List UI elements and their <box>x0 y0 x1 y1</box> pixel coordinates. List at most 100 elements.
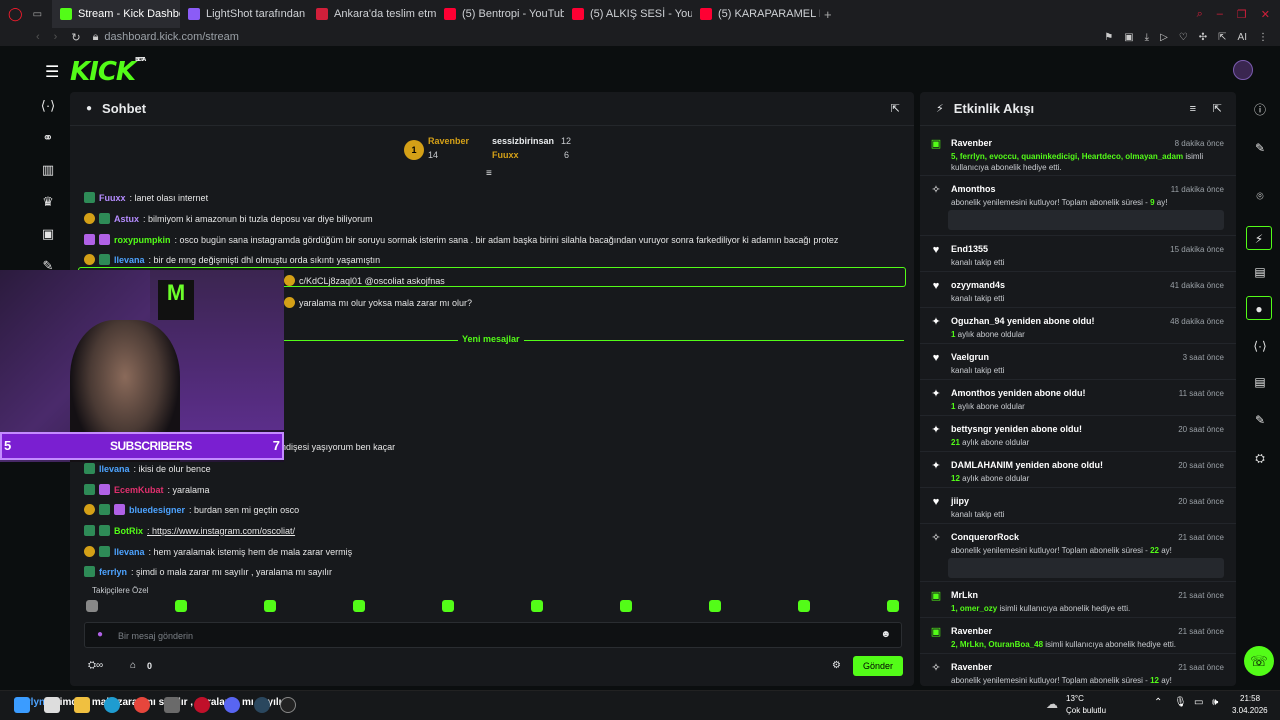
activity-name[interactable]: jiipy <box>951 496 969 506</box>
minimize-button[interactable]: – <box>1217 8 1223 21</box>
clock-time[interactable]: 21:58 <box>1240 694 1260 703</box>
activity-name[interactable]: Amonthos <box>951 184 996 194</box>
activity-item[interactable]: ✦ Amonthos yeniden abone oldu! 11 saat önc… <box>920 380 1236 416</box>
broadcast-icon[interactable]: ⟨·⟩ <box>1252 338 1268 354</box>
emote-icon[interactable] <box>264 600 276 612</box>
activity-filter-icon[interactable]: ≡ <box>1190 103 1196 115</box>
leader-1-name[interactable]: Ravenber <box>428 136 469 146</box>
activity-item[interactable]: ✧ ConquerorRock 21 saat önce abonelik yenil… <box>920 524 1236 582</box>
edit-icon[interactable]: ✎ <box>1252 140 1268 156</box>
chat-username[interactable]: roxypumpkin <box>114 235 171 245</box>
activity-item[interactable]: ✦ Oguzhan_94 yeniden abone oldu! 48 dakika… <box>920 308 1236 344</box>
subscriber-badge[interactable] <box>84 484 95 495</box>
activity-item[interactable]: ♥ ozyymand4s 41 dakika önce kanalı takip et… <box>920 272 1236 308</box>
link-icon[interactable]: ⚭ <box>40 130 56 146</box>
new-messages-label[interactable]: Yeni mesajlar <box>458 334 524 344</box>
chat-username[interactable]: BotRix <box>114 526 143 536</box>
activity-name[interactable]: ConquerorRock <box>951 532 1019 542</box>
subscriber-badge[interactable] <box>84 566 95 577</box>
activity-toggle-icon[interactable]: ⚡︎ <box>1246 226 1272 250</box>
app-taskbar-icon[interactable] <box>164 697 180 713</box>
forward-icon[interactable]: › <box>54 31 58 43</box>
ai-icon[interactable]: AI <box>1238 32 1247 43</box>
chat-username[interactable]: ferrlyn <box>99 567 127 577</box>
browser-tab[interactable]: LightShot tarafından Ekra <box>180 0 308 28</box>
reload-icon[interactable]: ↻ <box>71 31 80 44</box>
back-icon[interactable]: ‹ <box>36 31 40 43</box>
opera-logo-icon[interactable]: ◯ <box>8 6 23 22</box>
hamburger-menu-icon[interactable]: ☰ <box>45 62 59 82</box>
notes-icon[interactable]: ▤ <box>1252 264 1268 280</box>
activity-name[interactable]: Amonthos yeniden abone oldu! <box>951 388 1086 398</box>
layout-icon[interactable]: ▤ <box>1252 374 1268 390</box>
emote-icon[interactable] <box>442 600 454 612</box>
emote-icon[interactable] <box>86 600 98 612</box>
activity-name[interactable]: MrLkn <box>951 590 978 600</box>
chat-username[interactable]: llevana <box>114 547 145 557</box>
files-taskbar-icon[interactable] <box>74 697 90 713</box>
activity-item[interactable]: ♥ jiipy 20 saat önce kanalı takip etti <box>920 488 1236 524</box>
emote-icon[interactable] <box>620 600 632 612</box>
analytics-icon[interactable]: ▥ <box>40 162 56 178</box>
activity-item[interactable]: ✦ DAMLAHANIM yeniden abone oldu! 20 saat ö… <box>920 452 1236 488</box>
obs-taskbar-icon[interactable] <box>280 697 296 713</box>
tray-chevron-icon[interactable]: ⌃ <box>1154 697 1162 708</box>
wrench-icon[interactable]: ✎ <box>1252 412 1268 428</box>
activity-name[interactable]: Oguzhan_94 yeniden abone oldu! <box>951 316 1095 326</box>
menu-icon[interactable]: ⋮ <box>1258 32 1268 43</box>
edge-taskbar-icon[interactable] <box>104 697 120 713</box>
discord-taskbar-icon[interactable] <box>224 697 240 713</box>
activity-name[interactable]: Ravenber <box>951 138 992 148</box>
top-gifter-badge[interactable] <box>284 297 295 308</box>
emote-settings-icon[interactable]: ⛭∞ <box>88 660 103 671</box>
clock-date[interactable]: 3.04.2026 <box>1232 706 1268 715</box>
bookmark-icon[interactable]: ⚑ <box>1104 32 1113 43</box>
emote-icon[interactable] <box>175 600 187 612</box>
filter-icon[interactable]: ≡ <box>486 168 492 179</box>
display-tray-icon[interactable]: ▭ <box>1194 697 1203 708</box>
download-icon[interactable]: ⤓ <box>1145 32 1149 43</box>
user-avatar[interactable] <box>1233 60 1253 80</box>
subscriber-badge[interactable] <box>99 254 110 265</box>
browser-tab[interactable]: (5) KARAPARAMEL FETTO <box>692 0 820 28</box>
subscriber-badge[interactable] <box>84 463 95 474</box>
message-input-box[interactable]: ● Bir mesaj gönderin ☻ <box>84 622 902 648</box>
leader-3-name[interactable]: Fuuxx <box>492 150 519 160</box>
video-icon[interactable]: ▣ <box>40 226 56 242</box>
activity-name[interactable]: Ravenber <box>951 626 992 636</box>
chat-username[interactable]: bluedesigner <box>129 505 185 515</box>
activity-item[interactable]: ✦ bettysngr yeniden abone oldu! 20 saat ön… <box>920 416 1236 452</box>
subscriber-badge[interactable] <box>99 525 110 536</box>
windows-start-icon[interactable] <box>14 697 30 713</box>
url-field[interactable]: dashboard.kick.com/stream <box>104 31 239 43</box>
activity-name[interactable]: End1355 <box>951 244 988 254</box>
heart-icon[interactable]: ♡ <box>1179 32 1188 43</box>
emote-icon[interactable] <box>887 600 899 612</box>
kick-logo[interactable]: KICKBETA <box>70 57 146 87</box>
leader-2-name[interactable]: sessizbirinsan <box>492 136 554 146</box>
subscriber-badge[interactable] <box>99 504 110 515</box>
subscriber-badge[interactable] <box>99 213 110 224</box>
mic-tray-icon[interactable]: 🎙︎ <box>1174 697 1187 708</box>
subscriber-badge[interactable] <box>84 192 95 203</box>
browser-tab[interactable]: (5) Bentropi - YouTube <box>436 0 564 28</box>
activity-popout-icon[interactable]: ⇱ <box>1213 102 1222 115</box>
activity-item[interactable]: ✧ Ravenber 21 saat önce abonelik yenilemesi… <box>920 654 1236 686</box>
support-button[interactable]: ☏ <box>1244 646 1274 676</box>
subscriber-badge[interactable] <box>84 525 95 536</box>
chat-toggle-icon[interactable]: ● <box>1246 296 1272 320</box>
chat-username[interactable]: llevana <box>114 255 145 265</box>
opera-taskbar-icon[interactable] <box>194 697 210 713</box>
activity-name[interactable]: Vaelgrun <box>951 352 989 362</box>
chat-username[interactable]: Fuuxx <box>99 193 126 203</box>
activity-name[interactable]: Ravenber <box>951 662 992 672</box>
activity-item[interactable]: ▣ Ravenber 8 dakika önce 5, ferrlyn, evoccu… <box>920 130 1236 176</box>
search-taskbar-icon[interactable] <box>44 697 60 713</box>
microphone-icon[interactable]: ● <box>97 629 103 640</box>
top-gifter-badge[interactable] <box>84 504 95 515</box>
activity-name[interactable]: DAMLAHANIM yeniden abone oldu! <box>951 460 1103 470</box>
emoji-icon[interactable]: ☻ <box>880 629 891 640</box>
chat-username[interactable]: llevana <box>99 464 130 474</box>
emote-icon[interactable] <box>798 600 810 612</box>
extensions-icon[interactable]: ✣ <box>1199 32 1207 43</box>
